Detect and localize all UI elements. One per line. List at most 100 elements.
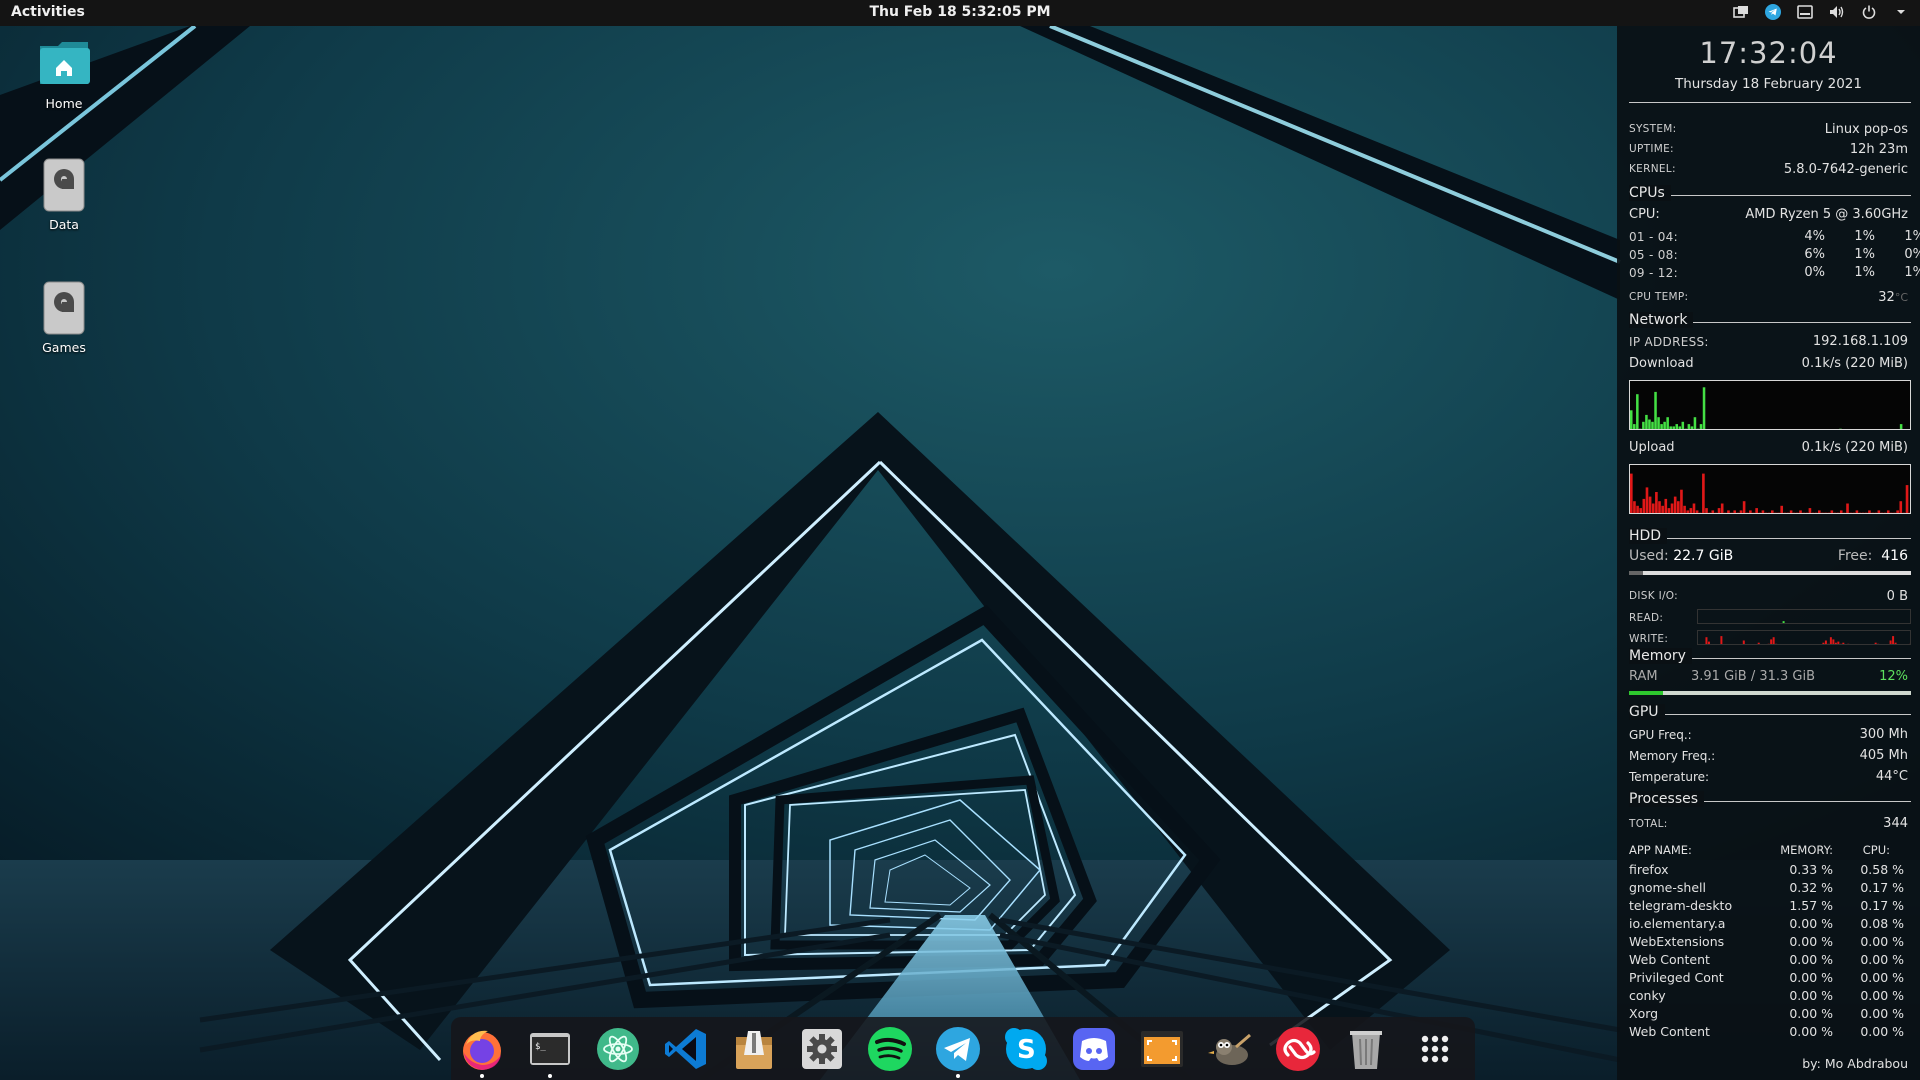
upload-graph-bar xyxy=(1796,512,1799,513)
process-memory: 0.00 % xyxy=(1789,952,1833,967)
process-name: telegram-deskto xyxy=(1629,898,1733,913)
dock-item-atom[interactable] xyxy=(594,1025,642,1073)
disk-write-graph-bar xyxy=(1877,643,1880,644)
upload-graph-bar xyxy=(1858,512,1862,513)
upload-graph-bar xyxy=(1708,512,1711,513)
upload-graph-bar xyxy=(1880,512,1884,513)
keyboard-icon[interactable] xyxy=(1796,3,1814,21)
upload-graph-bar xyxy=(1714,512,1718,513)
dock-item-show-applications[interactable] xyxy=(1411,1025,1459,1073)
upload-graph-bar xyxy=(1730,512,1733,513)
upload-graph-bar xyxy=(1724,512,1727,513)
svg-text:S: S xyxy=(1017,1035,1036,1065)
upload-graph-bar xyxy=(1752,512,1755,513)
window-switcher-icon[interactable] xyxy=(1732,3,1750,21)
disk-write-graph-bar xyxy=(1894,642,1897,644)
uptime-value: 12h 23m xyxy=(1849,142,1908,157)
dock-item-spotify[interactable] xyxy=(866,1025,914,1073)
upload-graph-bar xyxy=(1648,496,1652,513)
download-graph-bar xyxy=(1645,414,1648,429)
upload-graph-bar xyxy=(1739,510,1743,513)
desktop-icon-games[interactable]: Games xyxy=(28,280,100,355)
spotify-icon xyxy=(868,1027,912,1071)
disk-write-graph-bar xyxy=(1842,642,1845,644)
dock-item-trash[interactable] xyxy=(1342,1025,1390,1073)
disk-io-label: DISK I/O: xyxy=(1629,590,1679,602)
dock-item-firefox[interactable] xyxy=(458,1025,506,1078)
desktop-icon-label: Home xyxy=(45,96,83,111)
process-total-label: TOTAL: xyxy=(1629,818,1668,830)
upload-graph-bar xyxy=(1865,512,1868,513)
power-icon[interactable] xyxy=(1860,3,1878,21)
disk-write-label: WRITE: xyxy=(1629,633,1669,645)
process-cpu: 0.58 % xyxy=(1860,862,1904,877)
disk-write-graph-bar xyxy=(1720,636,1723,644)
upload-label: Upload xyxy=(1629,440,1675,455)
upload-graph-bar xyxy=(1899,501,1903,513)
cpu-label: CPU: xyxy=(1629,207,1660,222)
drive-icon xyxy=(36,157,92,213)
process-memory: 0.00 % xyxy=(1789,988,1833,1003)
gpu-freq-value: 300 Mh xyxy=(1859,727,1908,742)
upload-graph-bar xyxy=(1849,512,1852,513)
kernel-label: KERNEL: xyxy=(1629,163,1676,175)
upload-graph-bar xyxy=(1761,510,1765,513)
disk-io-value: 0 B xyxy=(1886,589,1908,604)
upload-graph-bar xyxy=(1789,510,1793,513)
download-graph-bar xyxy=(1687,424,1691,429)
cpu-core-percent: 4% xyxy=(1804,229,1825,244)
cpu-core-percent: 6% xyxy=(1804,247,1825,262)
dock-item-vscode[interactable] xyxy=(662,1025,710,1073)
desktop-icon-home[interactable]: Home xyxy=(28,36,100,111)
disk-write-graph-bar xyxy=(1839,643,1842,644)
dock-item-discord[interactable] xyxy=(1070,1025,1118,1073)
download-graph-bar xyxy=(1633,424,1636,429)
process-memory: 1.57 % xyxy=(1789,898,1833,913)
dock-item-skype[interactable]: S xyxy=(1002,1025,1050,1073)
dock-item-settings[interactable] xyxy=(798,1025,846,1073)
running-indicator xyxy=(548,1074,552,1078)
dock-item-gimp[interactable] xyxy=(1206,1025,1254,1073)
activities-button[interactable]: Activities xyxy=(11,4,85,20)
desktop-icon-data[interactable]: Data xyxy=(28,157,100,232)
chevron-down-icon[interactable] xyxy=(1892,3,1910,21)
section-title-gpu: GPU xyxy=(1629,704,1665,720)
disk-write-graph-bar xyxy=(1775,643,1778,644)
disk-write-graph-bar xyxy=(1827,643,1830,644)
clock-date-time[interactable]: Thu Feb 18 5:32:05 PM xyxy=(869,4,1050,20)
upload-graph-bar xyxy=(1774,512,1777,513)
dock-item-telegram[interactable] xyxy=(934,1025,982,1078)
upload-graph-bar xyxy=(1764,512,1768,513)
download-graph-bar xyxy=(1690,426,1694,429)
upload-graph-bar xyxy=(1814,512,1818,513)
upload-graph-bar xyxy=(1839,510,1843,513)
ip-value: 192.168.1.109 xyxy=(1812,334,1908,349)
download-graph-bar xyxy=(1642,421,1645,429)
upload-graph-bar xyxy=(1655,492,1658,513)
section-title-cpus: CPUs xyxy=(1629,185,1671,201)
process-cpu: 0.00 % xyxy=(1860,970,1904,985)
dock-item-creative-cloud[interactable] xyxy=(1274,1025,1322,1073)
section-title-hdd: HDD xyxy=(1629,528,1668,544)
disk-write-graph-bar xyxy=(1707,641,1710,644)
disk-read-graph-bar xyxy=(1718,623,1720,624)
telegram-icon xyxy=(936,1027,980,1071)
upload-graph-bar xyxy=(1877,510,1881,513)
section-title-memory: Memory xyxy=(1629,648,1692,664)
download-graph-bar xyxy=(1663,421,1666,429)
process-name: io.elementary.a xyxy=(1629,916,1726,931)
volume-icon[interactable] xyxy=(1828,3,1846,21)
cpu-core-percent: 1% xyxy=(1904,229,1920,244)
process-name: Web Content xyxy=(1629,952,1710,967)
upload-graph-bar xyxy=(1758,512,1762,513)
disk-read-label: READ: xyxy=(1629,612,1664,624)
dock-item-screenshot[interactable] xyxy=(1138,1025,1186,1073)
top-bar: Activities Thu Feb 18 5:32:05 PM xyxy=(0,0,1920,26)
dock-item-terminal[interactable]: $_ xyxy=(526,1025,574,1078)
upload-graph-bar xyxy=(1727,510,1730,513)
dock-item-archive-manager[interactable] xyxy=(730,1025,778,1073)
cpu-core-percent: 1% xyxy=(1854,265,1875,280)
process-name: Xorg xyxy=(1629,1006,1659,1021)
process-name: Privileged Cont xyxy=(1629,970,1724,985)
telegram-icon[interactable] xyxy=(1764,3,1782,21)
